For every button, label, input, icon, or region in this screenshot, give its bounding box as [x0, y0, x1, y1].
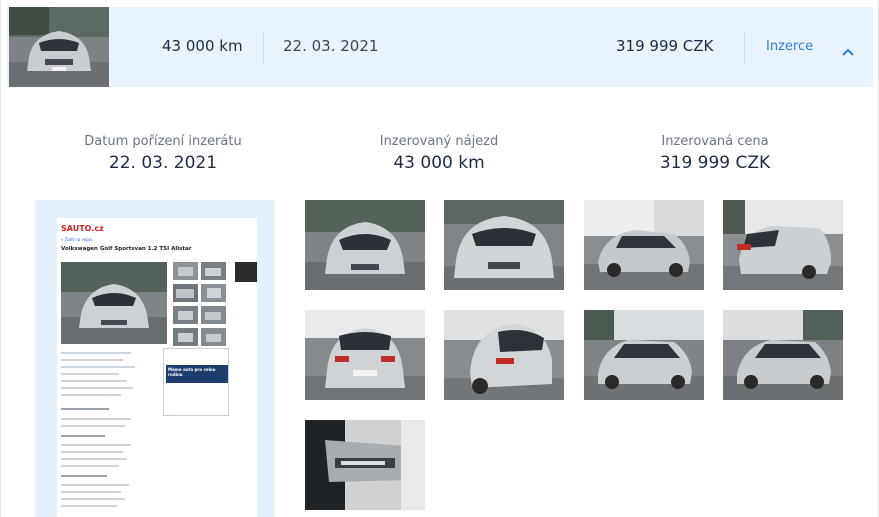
ad-gallery-thumb — [173, 328, 198, 346]
stat-price: Inzerovaná cena 319 999 CZK — [585, 134, 845, 173]
spec-heading — [61, 435, 105, 437]
spec-line — [61, 387, 133, 389]
spec-line — [61, 498, 125, 500]
ad-gallery-thumb — [201, 306, 226, 324]
ad-gallery-thumb — [173, 262, 198, 280]
sauto-logo: SAUTO.cz — [61, 224, 104, 233]
listing-thumbnail — [9, 7, 109, 87]
spec-heading — [61, 408, 109, 410]
ad-title: Volkswagen Golf Sportsvan 1.2 TSI Allsta… — [61, 246, 192, 252]
car-photo[interactable] — [584, 200, 704, 290]
car-photo[interactable] — [305, 420, 425, 510]
spec-line — [61, 444, 131, 446]
summary-date: 22. 03. 2021 — [283, 37, 379, 55]
car-photo[interactable] — [723, 310, 843, 400]
spec-heading — [61, 475, 107, 477]
stat-label: Datum pořízení inzerátu — [84, 134, 242, 149]
listing-history-card: 43 000 km 22. 03. 2021 319 999 CZK Inzer… — [0, 0, 879, 517]
ad-gallery-thumb — [173, 284, 198, 302]
spec-line — [61, 394, 121, 396]
divider — [263, 32, 264, 64]
car-photo[interactable] — [444, 310, 564, 400]
listing-summary-row[interactable]: 43 000 km 22. 03. 2021 319 999 CZK Inzer… — [7, 7, 873, 87]
ad-link[interactable]: Inzerce — [766, 39, 813, 54]
spec-line — [61, 505, 117, 507]
car-photo-front — [9, 7, 109, 87]
ad-sidebar-thumb — [235, 262, 257, 282]
ad-screenshot-preview[interactable]: SAUTO.cz « Zpět na výpis Volkswagen Golf… — [35, 200, 275, 517]
ad-gallery-thumb — [201, 328, 226, 346]
ad-banner: Máme auta pro celou rodinu — [163, 348, 229, 416]
stat-value: 319 999 CZK — [659, 153, 771, 173]
ad-screenshot-page: SAUTO.cz « Zpět na výpis Volkswagen Golf… — [57, 218, 257, 517]
car-photo[interactable] — [444, 200, 564, 290]
stat-value: 43 000 km — [393, 153, 485, 173]
spec-line — [61, 484, 129, 486]
spec-line — [61, 418, 131, 420]
car-photo[interactable] — [723, 200, 843, 290]
car-photo[interactable] — [305, 310, 425, 400]
spec-line — [61, 465, 119, 467]
car-photo[interactable] — [305, 200, 425, 290]
ad-gallery-thumb — [201, 284, 226, 302]
stat-mileage: Inzerovaný nájezd 43 000 km — [309, 134, 569, 173]
ad-banner-text: Máme auta pro celou rodinu — [166, 365, 228, 383]
back-link: « Zpět na výpis — [61, 237, 93, 242]
spec-line — [61, 425, 125, 427]
ad-gallery-thumb — [201, 262, 226, 280]
stat-label: Inzerovaná cena — [661, 134, 769, 149]
spec-line — [61, 380, 127, 382]
spec-line — [61, 373, 119, 375]
summary-price: 319 999 CZK — [616, 37, 714, 55]
spec-line — [61, 451, 123, 453]
ad-main-photo — [61, 262, 167, 344]
spec-line — [61, 352, 131, 354]
ad-gallery-thumb — [173, 306, 198, 324]
spec-line — [61, 491, 121, 493]
stat-listing-date: Datum pořízení inzerátu 22. 03. 2021 — [33, 134, 293, 173]
spec-line — [61, 458, 127, 460]
car-photo[interactable] — [584, 310, 704, 400]
stat-value: 22. 03. 2021 — [108, 153, 218, 173]
stat-label: Inzerovaný nájezd — [379, 134, 499, 149]
divider — [744, 32, 745, 64]
chevron-up-icon[interactable] — [841, 43, 855, 56]
spec-line — [61, 359, 123, 361]
spec-line — [61, 366, 135, 368]
summary-mileage: 43 000 km — [162, 37, 243, 55]
